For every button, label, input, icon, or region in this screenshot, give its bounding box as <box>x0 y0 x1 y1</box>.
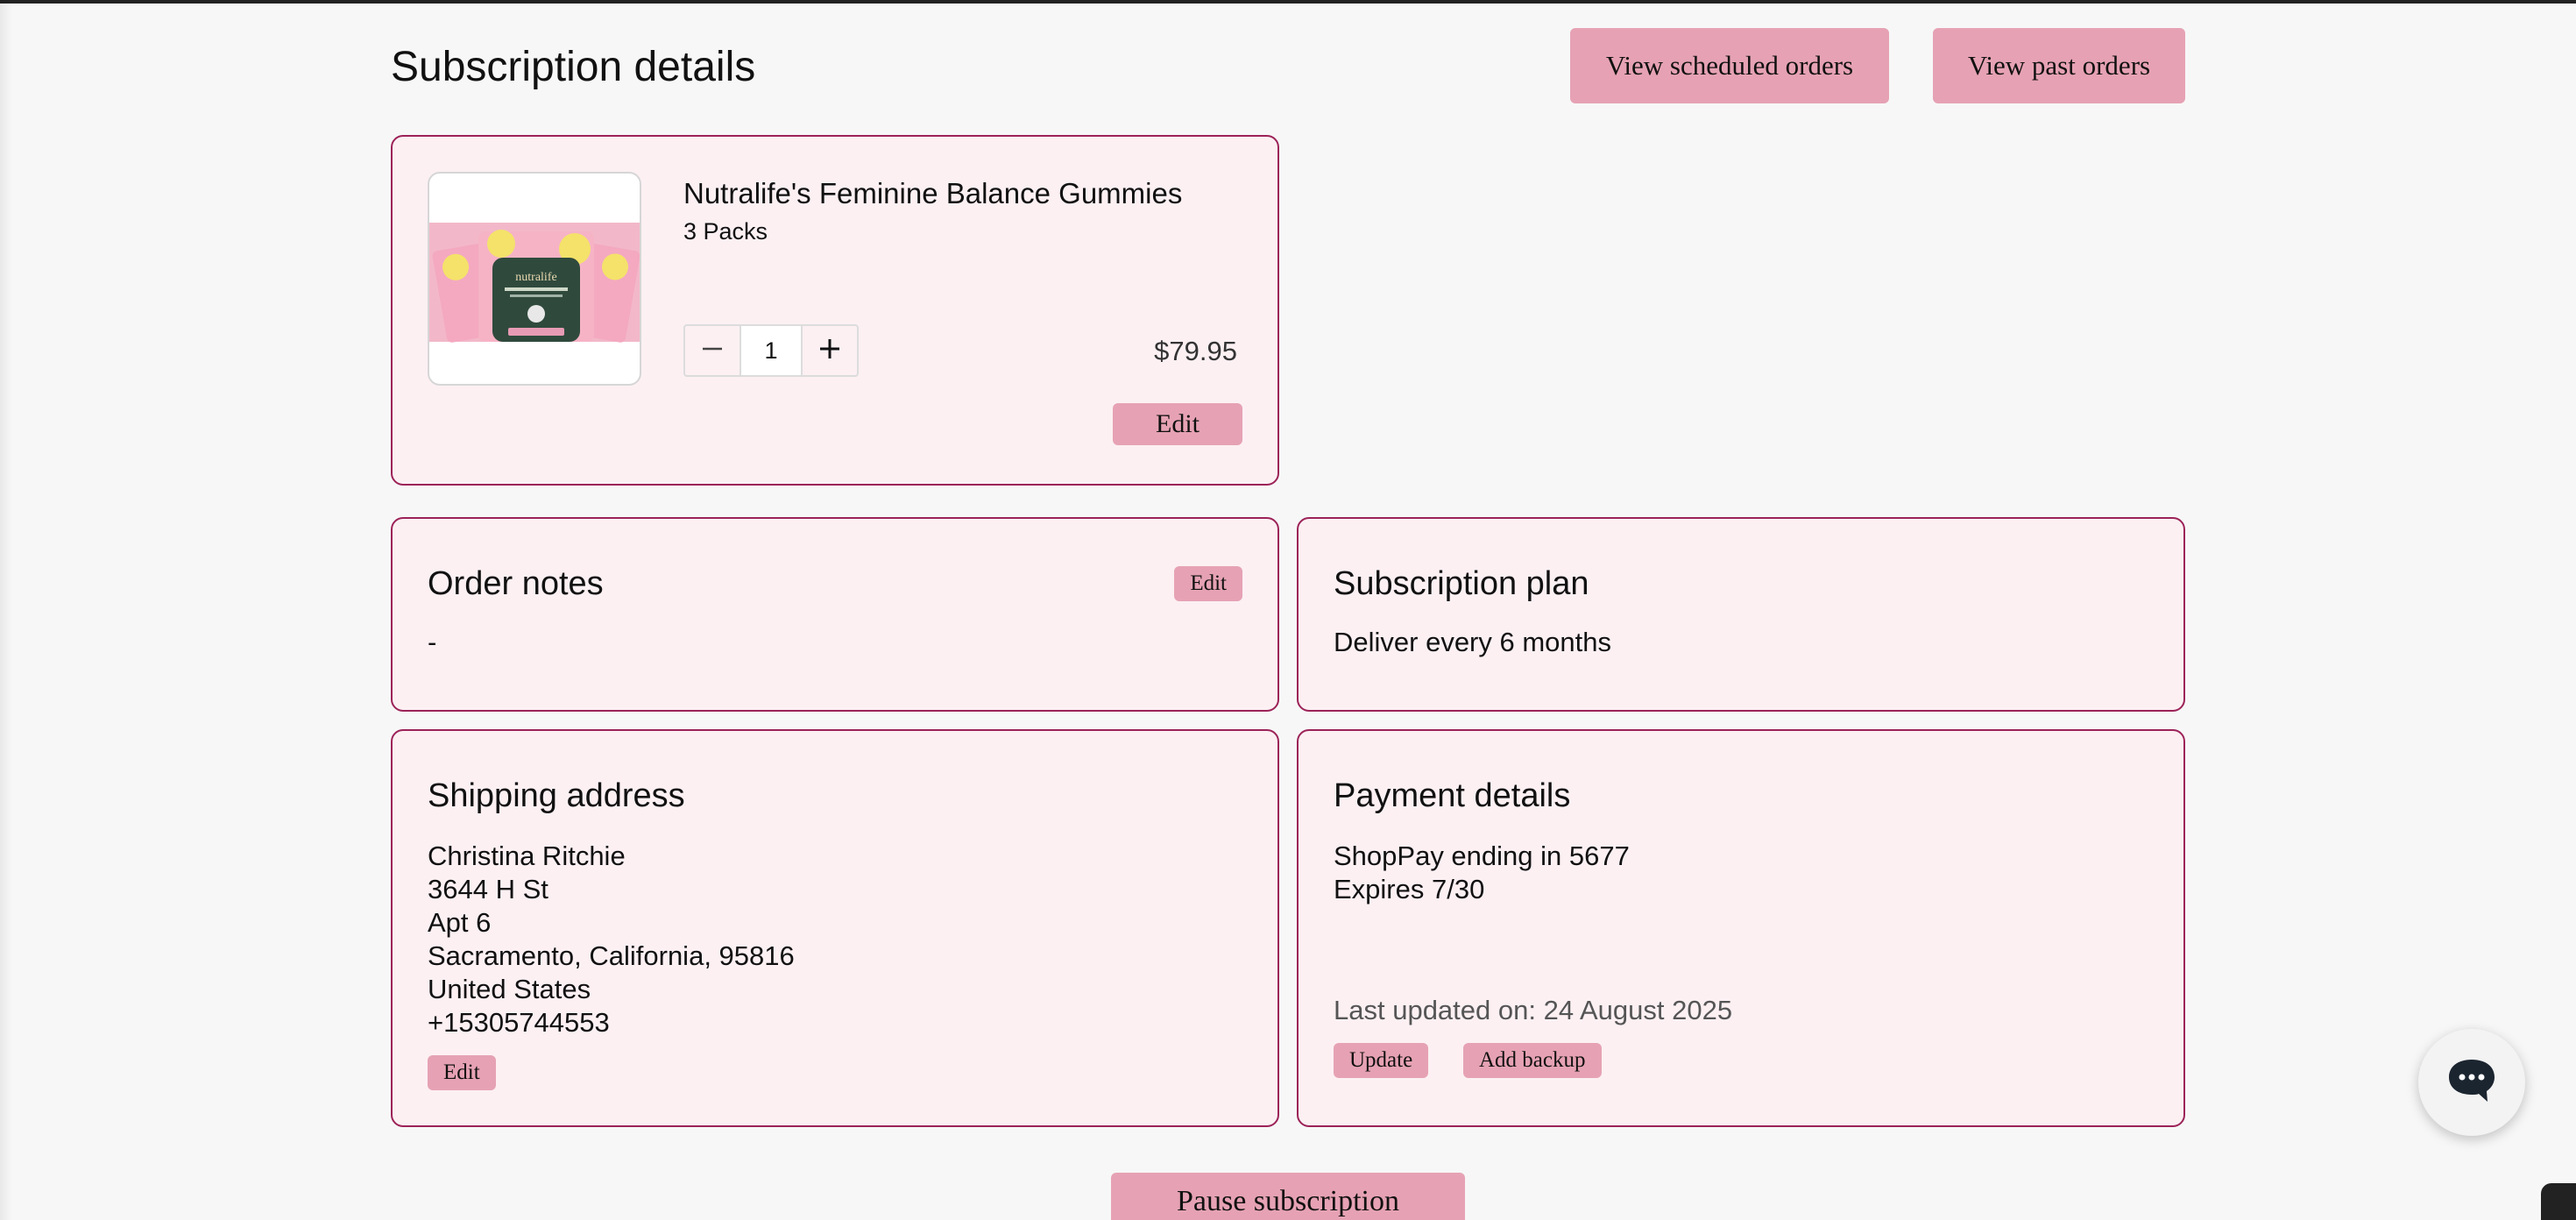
payment-last-updated: Last updated on: 24 August 2025 <box>1334 995 1733 1025</box>
shipping-address-lines: Christina Ritchie 3644 H St Apt 6 Sacram… <box>428 840 795 1039</box>
subscription-plan-title: Subscription plan <box>1334 565 1589 602</box>
shipping-country: United States <box>428 974 591 1004</box>
view-past-orders-button[interactable]: View past orders <box>1933 28 2185 103</box>
chat-bubble-icon <box>2445 1056 2498 1110</box>
shipping-city-state-zip: Sacramento, California, 95816 <box>428 940 795 971</box>
corner-widget[interactable] <box>2541 1183 2576 1220</box>
chat-launcher-button[interactable] <box>2418 1029 2525 1136</box>
plus-icon <box>817 336 843 366</box>
shipping-address-title: Shipping address <box>428 777 685 814</box>
decrease-quantity-button[interactable] <box>685 326 740 375</box>
product-card: nutralife Nutralife's Feminine Balance G… <box>391 135 1279 486</box>
payment-details-title: Payment details <box>1334 777 1571 814</box>
left-edge-shadow <box>0 0 12 1220</box>
subscription-plan-card: Subscription plan Deliver every 6 months <box>1297 517 2185 712</box>
product-name[interactable]: Nutralife's Feminine Balance Gummies <box>683 172 1182 216</box>
product-image: nutralife <box>428 172 641 386</box>
product-variant: 3 Packs <box>683 218 768 245</box>
quantity-stepper: 1 <box>683 324 859 377</box>
shipping-name: Christina Ritchie <box>428 841 626 871</box>
edit-order-notes-button[interactable]: Edit <box>1174 566 1242 601</box>
page-title: Subscription details <box>391 44 756 90</box>
product-image-brand-text: nutralife <box>515 271 556 284</box>
pause-subscription-button[interactable]: Pause subscription <box>1111 1173 1465 1220</box>
top-border <box>0 0 2576 4</box>
shipping-street: 3644 H St <box>428 874 548 904</box>
minus-icon <box>699 336 725 366</box>
quantity-input[interactable]: 1 <box>740 326 803 375</box>
shipping-phone: +15305744553 <box>428 1007 610 1038</box>
edit-shipping-button[interactable]: Edit <box>428 1055 496 1090</box>
payment-method: ShopPay ending in 5677 <box>1334 841 1630 871</box>
payment-expiry: Expires 7/30 <box>1334 874 1485 904</box>
shipping-apt: Apt 6 <box>428 907 492 938</box>
order-notes-value: - <box>428 627 437 657</box>
add-backup-payment-button[interactable]: Add backup <box>1463 1043 1602 1078</box>
payment-details-card: Payment details ShopPay ending in 5677 E… <box>1297 729 2185 1127</box>
edit-product-button[interactable]: Edit <box>1113 403 1242 445</box>
product-price: $79.95 <box>1154 336 1237 366</box>
increase-quantity-button[interactable] <box>803 326 857 375</box>
view-scheduled-orders-button[interactable]: View scheduled orders <box>1570 28 1889 103</box>
order-notes-title: Order notes <box>428 565 604 602</box>
shipping-address-card: Shipping address Christina Ritchie 3644 … <box>391 729 1279 1127</box>
update-payment-button[interactable]: Update <box>1334 1043 1429 1078</box>
order-notes-card: Order notes Edit - <box>391 517 1279 712</box>
subscription-plan-value: Deliver every 6 months <box>1334 627 1612 657</box>
